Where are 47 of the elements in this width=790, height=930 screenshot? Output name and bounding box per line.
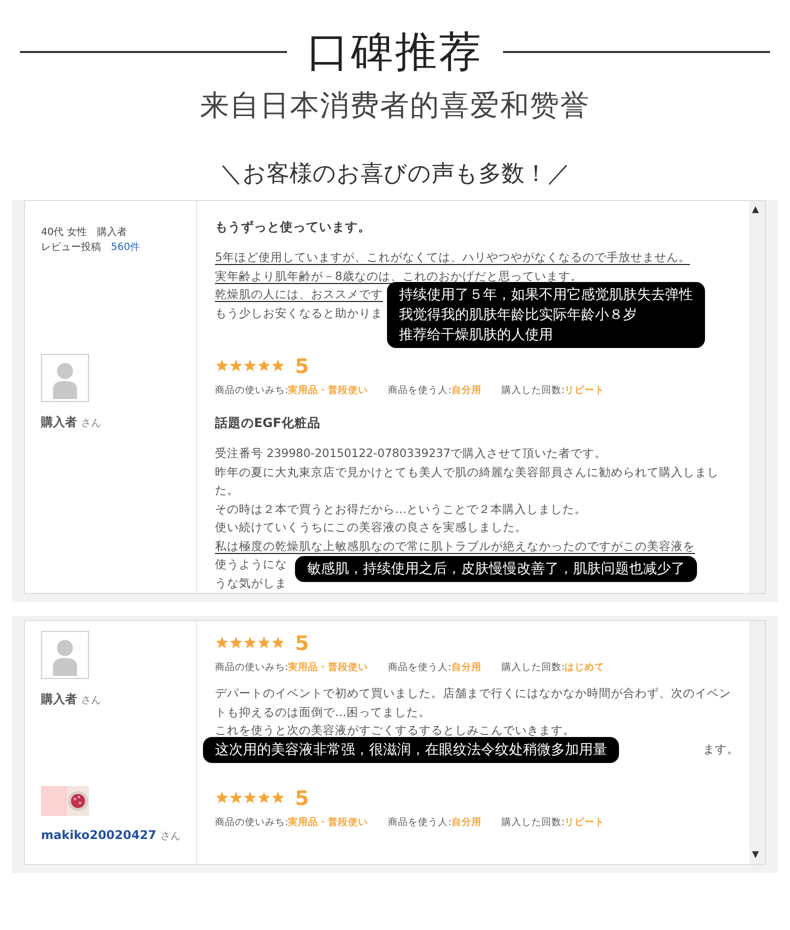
callout-text: 我觉得我的肌肤年龄比实际年龄小８岁 <box>399 306 638 325</box>
review-attribute: 商品の使いみち:実用品・普段使い <box>215 816 368 829</box>
review-title: もうずっと使っています。 <box>215 219 372 236</box>
review-attribute: 商品を使う人:自分用 <box>388 816 482 829</box>
reviewer-name[interactable]: makiko20020427 <box>41 828 156 842</box>
review-text: もう少しお安くなると助かりま <box>215 306 383 320</box>
callout-text: 推荐给干燥肌肤的人使用 <box>399 326 554 345</box>
section-heading: ＼お客様のお喜びの声も多数！／ <box>12 144 778 200</box>
reviewer-name: 購入者 <box>41 692 77 706</box>
review-text: 乾燥肌の人には、おススメです <box>215 287 383 302</box>
review-attribute: 購入した回数:リピート <box>501 816 605 829</box>
page-subtitle: 来自日本消费者的喜爱和赞誉 <box>199 87 591 124</box>
reviewer-info: 40代 女性 購入者 <box>41 227 127 238</box>
callout-text: 持续使用了５年，如果不用它感觉肌肤失去弹性 <box>399 286 693 305</box>
review-title: 話題のEGF化粧品 <box>215 415 322 432</box>
review-text: 私は極度の乾燥肌な上敏感肌なので常に肌トラブルが絶えなかったのですがこの美容液を <box>215 538 695 554</box>
page-title: 口碑推荐 <box>307 26 483 78</box>
review-attribute: 商品を使う人:自分用 <box>388 384 482 397</box>
review-count-link[interactable]: 560件 <box>111 242 140 253</box>
callout-text: 敏感肌，持续使用之后，皮肤慢慢改善了，肌肤问题也减少了 <box>307 560 685 578</box>
honorific-label: さん <box>81 695 101 706</box>
review-text: 受注番号 239980-20150122-0780339237で購入させて頂いた者です。 <box>215 446 607 460</box>
rating-score: 5 <box>295 786 309 810</box>
review-text: 使い続けていくうちにこの美容液の良さを実感しました。 <box>215 520 527 534</box>
review-attribute: 購入した回数:はじめて <box>501 661 605 674</box>
honorific-label: さん <box>160 831 180 842</box>
review-text: デパートのイベントで初めて買いました。店舗まで行くにはなかなか時間が合わず、次のイベントも抑えるのは面倒で…困ってました。 <box>215 686 731 718</box>
honorific-label: さん <box>81 418 101 429</box>
review-attribute: 購入した回数:リピート <box>501 384 605 397</box>
review-text: 使うようにな <box>215 557 287 571</box>
reviewer-name: 購入者 <box>41 415 77 429</box>
review-text: うな気がしま <box>215 576 287 590</box>
scroll-up-button[interactable]: ▲ <box>752 205 759 215</box>
callout-text: 这次用的美容液非常强，很滋润，在眼纹法令纹处稍微多加用量 <box>215 741 607 760</box>
review-text: ます。 <box>703 742 739 756</box>
avatar-icon <box>41 631 89 679</box>
review-text: 5年ほど使用していますが、これがなくては、ハリやつやがなくなるので手放せません。 <box>215 250 690 265</box>
rating-score: 5 <box>295 354 309 378</box>
reviewer-info: レビュー投稿 <box>41 242 101 253</box>
review-attribute: 商品を使う人:自分用 <box>388 661 482 674</box>
review-attribute: 商品の使いみち:実用品・普段使い <box>215 384 368 397</box>
review-text: 昨年の夏に大丸東京店で見かけとても美人で肌の綺麗な美容部員さんに勧められて購入しました。 <box>215 464 719 497</box>
scroll-down-button[interactable]: ▼ <box>752 850 759 860</box>
review-attribute: 商品の使いみち:実用品・普段使い <box>215 661 368 674</box>
review-text: その時は２本で買うとお得だから…ということで２本購入しました。 <box>215 502 586 516</box>
rating-score: 5 <box>295 631 309 655</box>
avatar-icon <box>41 354 89 402</box>
